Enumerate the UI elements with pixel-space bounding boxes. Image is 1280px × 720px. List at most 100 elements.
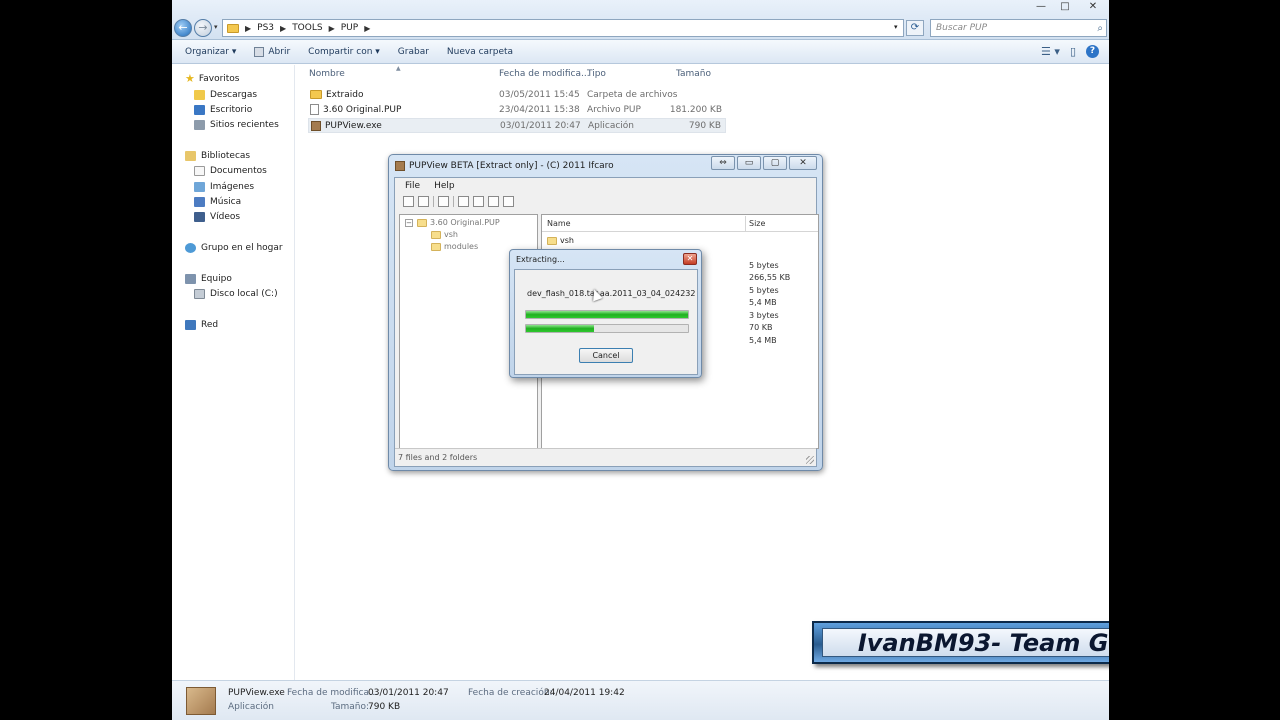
sidebar-item-downloads[interactable]: Descargas bbox=[194, 88, 257, 101]
chevron-right-icon[interactable]: ▶ bbox=[364, 24, 370, 33]
extracting-dialog[interactable]: Extracting... ✕ dev_flash_018.tar.aa.201… bbox=[509, 249, 702, 378]
view-options-button[interactable]: ☰ ▾ bbox=[1041, 45, 1060, 58]
watermark-text: IvanBM93- Team Geshu bbox=[857, 628, 1109, 657]
sidebar-label: Música bbox=[210, 196, 242, 207]
cancel-button[interactable]: Cancel bbox=[579, 348, 633, 363]
small-icons-icon[interactable] bbox=[473, 196, 484, 207]
list-item-vsh[interactable]: vsh bbox=[547, 236, 574, 245]
desktop-icon bbox=[194, 104, 205, 115]
dialog-client: dev_flash_018.tar.aa.2011_03_04_024232 C… bbox=[514, 269, 698, 375]
magnifier-icon[interactable]: ⌕ bbox=[1097, 23, 1103, 34]
menu-help[interactable]: Help bbox=[434, 181, 455, 191]
sidebar-item-favorites[interactable]: ★ Favoritos bbox=[185, 72, 240, 85]
close-button[interactable]: ✕ bbox=[1077, 0, 1109, 14]
open-icon[interactable] bbox=[418, 196, 429, 207]
burn-button[interactable]: Grabar bbox=[398, 47, 429, 57]
tree-item-modules[interactable]: modules bbox=[431, 242, 478, 251]
new-folder-button[interactable]: Nueva carpeta bbox=[447, 47, 513, 57]
breadcrumb-tools[interactable]: TOOLS bbox=[292, 23, 322, 33]
network-icon bbox=[185, 319, 196, 330]
sidebar-item-recent[interactable]: Sitios recientes bbox=[194, 118, 279, 131]
sidebar-item-local-disk[interactable]: Disco local (C:) bbox=[194, 287, 278, 300]
sidebar-label: Bibliotecas bbox=[201, 150, 251, 161]
sidebar-label: Vídeos bbox=[210, 211, 241, 222]
sidebar-item-libraries[interactable]: Bibliotecas bbox=[185, 149, 250, 162]
back-button[interactable]: ← bbox=[174, 19, 192, 37]
save-icon[interactable] bbox=[438, 196, 449, 207]
details-created-value: 24/04/2011 19:42 bbox=[544, 688, 625, 698]
libraries-icon bbox=[185, 150, 196, 161]
file-row-pup[interactable]: 3.60 Original.PUP 23/04/2011 15:38 Archi… bbox=[308, 102, 726, 117]
file-row-pupview[interactable]: PUPView.exe 03/01/2011 20:47 Aplicación … bbox=[308, 118, 726, 133]
maximize-button[interactable]: □ bbox=[1053, 0, 1077, 14]
list-view-icon[interactable] bbox=[488, 196, 499, 207]
column-header-name[interactable]: Name bbox=[547, 219, 571, 228]
file-name: Extraido bbox=[326, 89, 364, 100]
breadcrumb-pup[interactable]: PUP bbox=[341, 23, 358, 33]
total-progress-bar bbox=[525, 324, 689, 333]
organize-button[interactable]: Organizar ▾ bbox=[185, 47, 236, 57]
refresh-button[interactable]: ⟳ bbox=[906, 20, 924, 36]
folder-icon bbox=[417, 218, 427, 227]
sidebar-item-computer[interactable]: Equipo bbox=[185, 272, 232, 285]
search-box[interactable]: Buscar PUP ⌕ bbox=[930, 19, 1107, 37]
sidebar-item-desktop[interactable]: Escritorio bbox=[194, 103, 252, 116]
status-text: 7 files and 2 folders bbox=[398, 453, 478, 462]
sidebar-item-network[interactable]: Red bbox=[185, 318, 218, 331]
forward-button[interactable]: → bbox=[194, 19, 212, 37]
large-icons-icon[interactable] bbox=[458, 196, 469, 207]
file-type: Aplicación bbox=[588, 120, 634, 131]
sidebar-item-music[interactable]: Música bbox=[194, 195, 241, 208]
share-label: Compartir con ▾ bbox=[308, 46, 380, 57]
column-header-name[interactable]: Nombre bbox=[309, 69, 345, 79]
breadcrumb-ps3[interactable]: PS3 bbox=[257, 23, 274, 33]
new-icon[interactable] bbox=[403, 196, 414, 207]
search-input[interactable]: Buscar PUP bbox=[936, 23, 987, 33]
collapse-icon[interactable]: − bbox=[405, 219, 413, 227]
column-header-date[interactable]: Fecha de modifica... bbox=[499, 69, 590, 79]
open-button[interactable]: Abrir bbox=[254, 46, 290, 57]
status-bar: 7 files and 2 folders bbox=[395, 448, 816, 466]
size-cell: 5,4 MB bbox=[749, 336, 777, 345]
dialog-title: Extracting... bbox=[516, 255, 565, 264]
address-dropdown[interactable]: ▾ bbox=[894, 23, 898, 31]
pupview-toolbar bbox=[403, 196, 514, 207]
sidebar-item-images[interactable]: Imágenes bbox=[194, 180, 254, 193]
watermark-panel: IvanBM93- Team Geshu bbox=[822, 628, 1109, 657]
preview-pane-button[interactable]: ▯ bbox=[1070, 45, 1076, 58]
details-size-value: 790 KB bbox=[368, 702, 401, 712]
sidebar-item-videos[interactable]: Vídeos bbox=[194, 210, 240, 223]
close-button[interactable]: ✕ bbox=[789, 156, 817, 170]
menu-file[interactable]: File bbox=[405, 181, 420, 191]
column-header-size[interactable]: Size bbox=[749, 219, 765, 228]
recent-pages-dropdown[interactable]: ▾ bbox=[214, 23, 218, 31]
help-icon[interactable]: ? bbox=[1086, 45, 1099, 58]
close-button[interactable]: ✕ bbox=[683, 253, 697, 265]
resize-grip-icon[interactable] bbox=[806, 456, 814, 464]
minimize-button[interactable]: ▭ bbox=[737, 156, 761, 170]
tree-item-vsh[interactable]: vsh bbox=[431, 230, 458, 239]
details-view-icon[interactable] bbox=[503, 196, 514, 207]
minimize-button[interactable]: — bbox=[1029, 0, 1053, 14]
file-size: 790 KB bbox=[688, 120, 721, 131]
sidebar-label: Documentos bbox=[210, 165, 267, 176]
size-cell: 5 bytes bbox=[749, 286, 779, 295]
list-header: Name Size bbox=[542, 215, 818, 232]
total-progress-fill bbox=[526, 325, 595, 332]
tree-item-root[interactable]: 3.60 Original.PUP bbox=[417, 218, 500, 227]
size-cell: 266,55 KB bbox=[749, 273, 791, 282]
sidebar-item-homegroup[interactable]: Grupo en el hogar bbox=[185, 241, 283, 254]
chevron-right-icon[interactable]: ▶ bbox=[280, 24, 286, 33]
music-icon bbox=[194, 196, 205, 207]
sidebar-item-documents[interactable]: Documentos bbox=[194, 164, 267, 177]
column-header-type[interactable]: Tipo bbox=[587, 69, 606, 79]
file-row-extraido[interactable]: Extraido 03/05/2011 15:45 Carpeta de arc… bbox=[308, 87, 726, 102]
chevron-right-icon[interactable]: ▶ bbox=[245, 24, 251, 33]
restore-button[interactable]: ⇔ bbox=[711, 156, 735, 170]
maximize-button[interactable]: ▢ bbox=[763, 156, 787, 170]
breadcrumb[interactable]: ▶ PS3 ▶ TOOLS ▶ PUP ▶ bbox=[222, 19, 904, 37]
chevron-right-icon[interactable]: ▶ bbox=[329, 24, 335, 33]
share-button[interactable]: Compartir con ▾ bbox=[308, 47, 380, 57]
column-header-size[interactable]: Tamaño bbox=[676, 69, 711, 79]
sidebar-label: Equipo bbox=[201, 273, 232, 284]
